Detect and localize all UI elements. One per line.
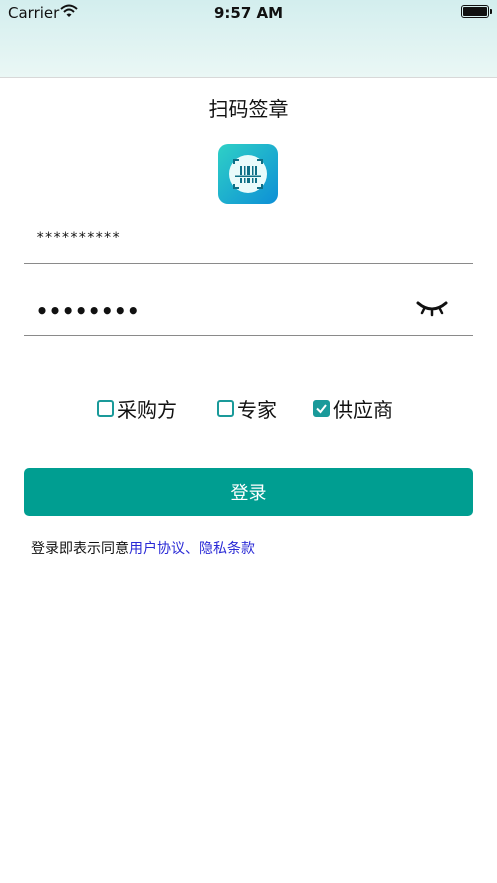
- agreement-separator: 、: [185, 541, 199, 557]
- role-option-supplier[interactable]: 供应商: [313, 395, 393, 422]
- checkbox-unchecked-icon[interactable]: [217, 399, 234, 417]
- navigation-bar: Carrier 9:57 AM: [0, 0, 497, 78]
- role-selector: 采购方 专家 供应商: [0, 395, 497, 422]
- password-field-container: [24, 290, 473, 336]
- page-title: 扫码签章: [208, 97, 289, 121]
- role-label: 专家: [237, 397, 277, 422]
- barcode-scan-icon: [218, 144, 278, 204]
- role-label: 采购方: [117, 397, 177, 422]
- agreement-text: 登录即表示同意用户协议、隐私条款: [31, 538, 255, 558]
- role-option-purchaser[interactable]: 采购方: [97, 395, 177, 422]
- user-agreement-link[interactable]: 用户协议: [129, 541, 185, 557]
- battery-icon: [461, 5, 492, 18]
- account-field-container: [24, 222, 473, 264]
- login-button[interactable]: 登录: [24, 468, 473, 516]
- role-label: 供应商: [333, 397, 393, 422]
- agreement-prefix: 登录即表示同意: [31, 541, 129, 557]
- account-input[interactable]: [24, 223, 428, 253]
- role-option-expert[interactable]: 专家: [217, 395, 277, 422]
- privacy-policy-link[interactable]: 隐私条款: [199, 541, 255, 557]
- eye-closed-icon[interactable]: [415, 297, 449, 319]
- checkbox-checked-icon[interactable]: [313, 399, 330, 417]
- checkbox-unchecked-icon[interactable]: [97, 399, 114, 417]
- status-bar: Carrier 9:57 AM: [0, 0, 497, 26]
- password-input[interactable]: [24, 290, 428, 332]
- clock: 9:57 AM: [213, 4, 284, 22]
